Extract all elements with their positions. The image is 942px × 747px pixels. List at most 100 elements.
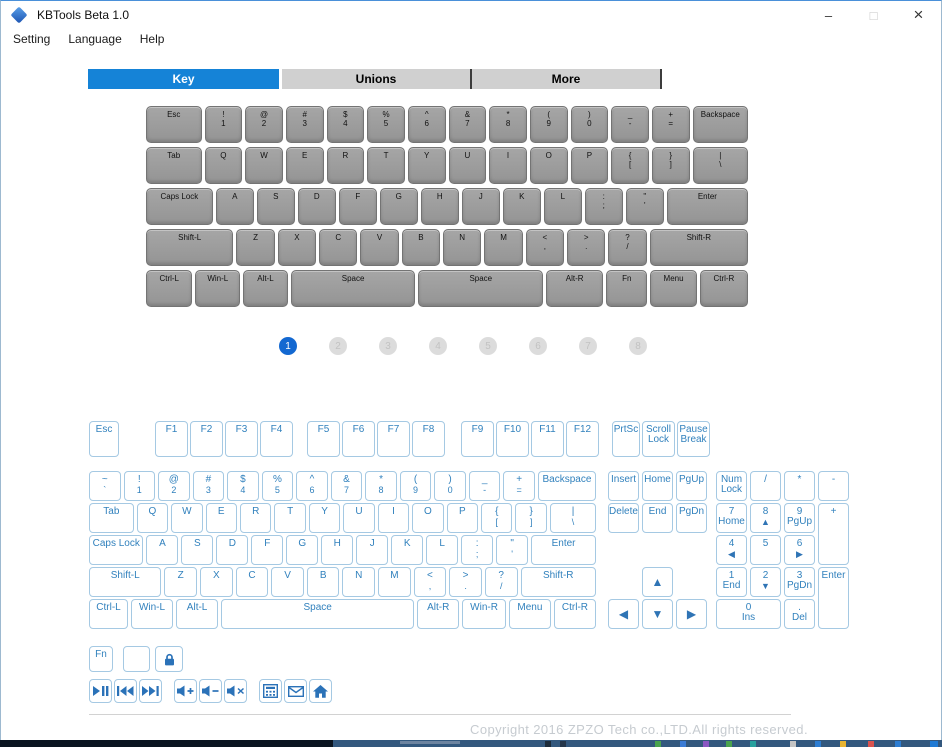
- key-hash-3[interactable]: #3: [286, 106, 324, 143]
- key-f[interactable]: F: [251, 535, 283, 565]
- key-quote-apostrophe[interactable]: "': [626, 188, 664, 225]
- key-v[interactable]: V: [271, 567, 304, 597]
- key-greater-period[interactable]: >.: [567, 229, 605, 266]
- key-numpad-9[interactable]: 9PgUp: [784, 503, 815, 533]
- key-hash-3[interactable]: #3: [193, 471, 225, 501]
- key-plus-equals[interactable]: +=: [652, 106, 690, 143]
- key-colon-semicolon[interactable]: :;: [461, 535, 493, 565]
- key-q[interactable]: Q: [205, 147, 243, 184]
- key-s[interactable]: S: [257, 188, 295, 225]
- key-exclam-1[interactable]: !1: [124, 471, 156, 501]
- key-p[interactable]: P: [571, 147, 609, 184]
- media-play-pause-key[interactable]: [89, 679, 112, 703]
- key-e[interactable]: E: [206, 503, 237, 533]
- key-ctrl-r[interactable]: Ctrl-R: [700, 270, 748, 307]
- key-enter[interactable]: Enter: [667, 188, 748, 225]
- key-caret-6[interactable]: ^6: [408, 106, 446, 143]
- key-space-left[interactable]: Space: [291, 270, 416, 307]
- key-shift-l[interactable]: Shift-L: [89, 567, 161, 597]
- page-dot-1[interactable]: 1: [279, 337, 297, 355]
- key-numpad-2[interactable]: 2▼: [750, 567, 781, 597]
- key-insert[interactable]: Insert: [608, 471, 639, 501]
- key-paren-l-9[interactable]: (9: [530, 106, 568, 143]
- key-backspace[interactable]: Backspace: [538, 471, 596, 501]
- key-brace-r-bracket-r[interactable]: }]: [515, 503, 546, 533]
- key-g[interactable]: G: [380, 188, 418, 225]
- key-lock-key[interactable]: [155, 646, 183, 672]
- key-numpad-enter[interactable]: Enter: [818, 567, 849, 629]
- key-alt-r[interactable]: Alt-R: [546, 270, 603, 307]
- page-dot-6[interactable]: 6: [529, 337, 547, 355]
- key-alt-l[interactable]: Alt-L: [176, 599, 218, 629]
- media-prev-track-key[interactable]: [114, 679, 137, 703]
- key-greater-period[interactable]: >.: [449, 567, 482, 597]
- key-c[interactable]: C: [236, 567, 269, 597]
- key-b[interactable]: B: [307, 567, 340, 597]
- key-win-l[interactable]: Win-L: [195, 270, 240, 307]
- key-quote-apostrophe[interactable]: "': [496, 535, 528, 565]
- key-f7[interactable]: F7: [377, 421, 410, 457]
- key-h[interactable]: H: [321, 535, 353, 565]
- key-ctrl-r[interactable]: Ctrl-R: [554, 599, 596, 629]
- key-brace-l-bracket-l[interactable]: {[: [481, 503, 512, 533]
- key-e[interactable]: E: [286, 147, 324, 184]
- media-next-track-key[interactable]: [139, 679, 162, 703]
- key-paren-r-0[interactable]: )0: [434, 471, 466, 501]
- key-pipe-backslash[interactable]: |\: [550, 503, 596, 533]
- tab-more[interactable]: More: [472, 69, 662, 89]
- maximize-button[interactable]: □: [851, 1, 896, 29]
- tab-unions[interactable]: Unions: [282, 69, 472, 89]
- key-tilde-grave[interactable]: ~`: [89, 471, 121, 501]
- key-esc[interactable]: Esc: [89, 421, 119, 457]
- key-menu[interactable]: Menu: [509, 599, 551, 629]
- media-volume-down-key[interactable]: [199, 679, 222, 703]
- key-o[interactable]: O: [530, 147, 568, 184]
- key-t[interactable]: T: [274, 503, 305, 533]
- key-dollar-4[interactable]: $4: [227, 471, 259, 501]
- key-o[interactable]: O: [412, 503, 443, 533]
- key-numpad-1[interactable]: 1End: [716, 567, 747, 597]
- media-mail-key[interactable]: [284, 679, 307, 703]
- key-caps-lock[interactable]: Caps Lock: [89, 535, 143, 565]
- key-numpad-decimal[interactable]: .Del: [784, 599, 815, 629]
- key-arrow-up[interactable]: ▲: [642, 567, 673, 597]
- key-y[interactable]: Y: [408, 147, 446, 184]
- key-pgdn[interactable]: PgDn: [676, 503, 707, 533]
- key-p[interactable]: P: [447, 503, 478, 533]
- key-caps-lock[interactable]: Caps Lock: [146, 188, 213, 225]
- key-plus-equals[interactable]: +=: [503, 471, 535, 501]
- key-underscore-minus[interactable]: _-: [469, 471, 501, 501]
- key-d[interactable]: D: [298, 188, 336, 225]
- key-dollar-4[interactable]: $4: [327, 106, 365, 143]
- key-less-comma[interactable]: <,: [526, 229, 564, 266]
- key-space-right[interactable]: Space: [418, 270, 543, 307]
- key-percent-5[interactable]: %5: [367, 106, 405, 143]
- key-amp-7[interactable]: &7: [449, 106, 487, 143]
- page-dot-8[interactable]: 8: [629, 337, 647, 355]
- media-calculator-key[interactable]: [259, 679, 282, 703]
- key-numpad-5[interactable]: 5: [750, 535, 781, 565]
- key-numpad-divide[interactable]: /: [750, 471, 781, 501]
- key-shift-r[interactable]: Shift-R: [521, 567, 596, 597]
- key-blank-key[interactable]: [123, 646, 150, 672]
- page-dot-7[interactable]: 7: [579, 337, 597, 355]
- key-prtsc[interactable]: PrtSc: [612, 421, 640, 457]
- key-i[interactable]: I: [378, 503, 409, 533]
- key-n[interactable]: N: [443, 229, 481, 266]
- key-n[interactable]: N: [342, 567, 375, 597]
- key-arrow-left[interactable]: ◀: [608, 599, 639, 629]
- key-percent-5[interactable]: %5: [262, 471, 294, 501]
- key-d[interactable]: D: [216, 535, 248, 565]
- page-dot-4[interactable]: 4: [429, 337, 447, 355]
- key-v[interactable]: V: [360, 229, 398, 266]
- key-c[interactable]: C: [319, 229, 357, 266]
- minimize-button[interactable]: –: [806, 1, 851, 29]
- key-caret-6[interactable]: ^6: [296, 471, 328, 501]
- key-r[interactable]: R: [327, 147, 365, 184]
- key-t[interactable]: T: [367, 147, 405, 184]
- key-x[interactable]: X: [278, 229, 316, 266]
- key-scroll-lock[interactable]: ScrollLock: [642, 421, 675, 457]
- key-shift-l[interactable]: Shift-L: [146, 229, 233, 266]
- key-f6[interactable]: F6: [342, 421, 375, 457]
- key-less-comma[interactable]: <,: [414, 567, 447, 597]
